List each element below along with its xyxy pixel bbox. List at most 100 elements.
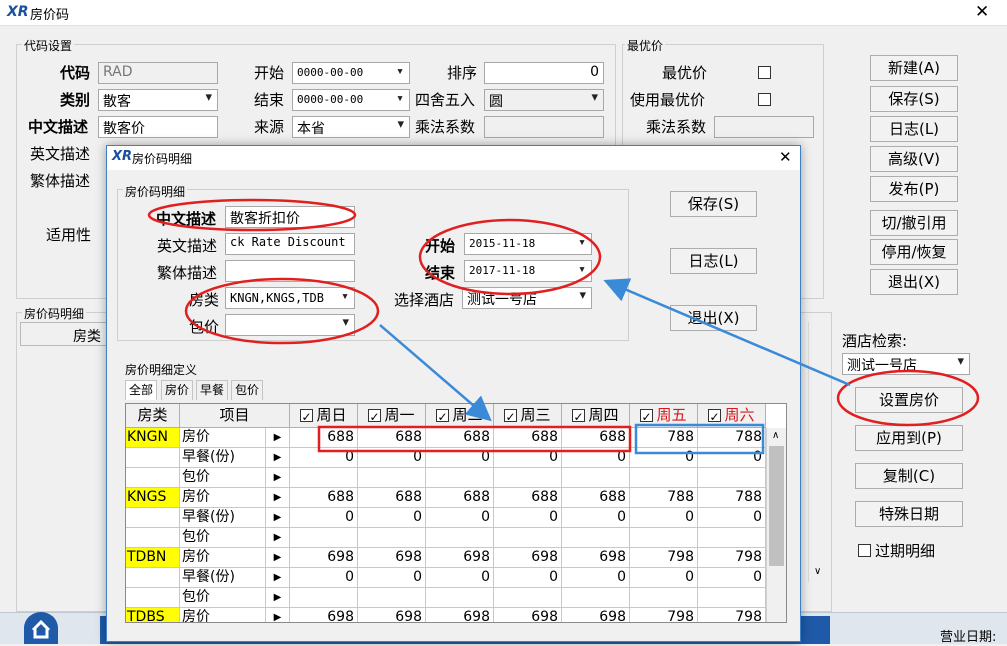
grid-price-cell[interactable]: 698 [426,608,494,622]
dialog-roomtype-select[interactable]: KNGN,KNGS,TDB [225,287,355,309]
save-button[interactable]: 保存(S) [870,86,958,112]
grid-header-day-1[interactable]: 周一 [358,404,426,429]
grid-price-cell[interactable] [698,588,766,608]
grid-price-cell[interactable] [630,528,698,548]
grid-price-cell[interactable]: 688 [290,488,358,508]
grid-price-cell[interactable] [290,588,358,608]
best-price-checkbox[interactable] [758,66,771,79]
grid-price-cell[interactable] [494,528,562,548]
start-date-select[interactable]: 0000-00-00 [292,62,410,84]
grid-price-cell[interactable]: 688 [426,428,494,448]
grid-header-day-3[interactable]: 周三 [494,404,562,429]
grid-scroll-thumb[interactable] [769,446,784,566]
grid-price-cell[interactable] [698,468,766,488]
grid-price-cell[interactable] [562,468,630,488]
grid-price-cell[interactable]: 0 [562,508,630,528]
grid-price-cell[interactable]: 798 [630,608,698,622]
grid-price-cell[interactable]: 698 [358,608,426,622]
grid-price-cell[interactable]: 798 [630,548,698,568]
scroll-down-icon[interactable]: ∨ [814,566,821,577]
day-checkbox-icon[interactable] [504,406,518,429]
grid-price-cell[interactable]: 688 [290,428,358,448]
dialog-start-date-select[interactable]: 2015-11-18 [464,233,592,255]
day-checkbox-icon[interactable] [708,406,722,429]
grid-header-day-6[interactable]: 周六 [698,404,766,429]
day-checkbox-icon[interactable] [572,406,586,429]
grid-price-cell[interactable]: 0 [358,508,426,528]
grid-price-cell[interactable]: 688 [358,428,426,448]
grid-price-cell[interactable]: 0 [494,508,562,528]
dialog-exit-button[interactable]: 退出(X) [670,305,757,331]
publish-button[interactable]: 发布(P) [870,176,958,202]
grid-price-cell[interactable]: 0 [426,448,494,468]
grid-price-cell[interactable] [562,588,630,608]
grid-price-cell[interactable]: 0 [290,448,358,468]
dialog-cn-desc-input[interactable]: 散客折扣价 [225,206,355,228]
day-checkbox-icon[interactable] [436,406,450,429]
grid-price-cell[interactable]: 0 [290,508,358,528]
grid-price-cell[interactable] [494,588,562,608]
copy-button[interactable]: 复制(C) [855,463,963,489]
main-scroll-rail[interactable] [808,322,830,582]
hotel-search-select[interactable]: 测试一号店 [842,353,970,375]
grid-price-cell[interactable]: 688 [426,488,494,508]
grid-price-cell[interactable]: 0 [426,568,494,588]
grid-price-cell[interactable]: 698 [358,548,426,568]
row-expand-arrow-icon[interactable]: ▶ [266,508,290,528]
row-expand-arrow-icon[interactable]: ▶ [266,488,290,508]
grid-price-cell[interactable] [426,588,494,608]
row-expand-arrow-icon[interactable]: ▶ [266,548,290,568]
grid-price-cell[interactable]: 698 [494,608,562,622]
grid-price-cell[interactable] [358,588,426,608]
grid-price-cell[interactable]: 788 [698,488,766,508]
grid-price-cell[interactable]: 0 [698,508,766,528]
dialog-close-icon[interactable]: ✕ [779,148,792,166]
grid-price-cell[interactable]: 788 [630,488,698,508]
grid-price-cell[interactable]: 798 [698,548,766,568]
row-expand-arrow-icon[interactable]: ▶ [266,528,290,548]
type-select[interactable]: 散客 [98,89,218,111]
grid-price-cell[interactable] [290,468,358,488]
dialog-tw-desc-input[interactable] [225,260,355,282]
grid-scroll-up-icon[interactable]: ∧ [772,430,779,441]
dialog-log-button[interactable]: 日志(L) [670,248,757,274]
special-date-button[interactable]: 特殊日期 [855,501,963,527]
grid-price-cell[interactable]: 0 [562,568,630,588]
disable-restore-button[interactable]: 停用/恢复 [870,239,958,265]
expired-checkbox[interactable] [858,544,871,557]
source-select[interactable]: 本省 [292,116,410,138]
grid-price-cell[interactable] [562,528,630,548]
grid-price-cell[interactable]: 0 [562,448,630,468]
grid-price-cell[interactable]: 788 [630,428,698,448]
grid-price-cell[interactable]: 0 [630,448,698,468]
toggle-reference-button[interactable]: 切/撤引用 [870,210,958,236]
grid-price-cell[interactable] [358,528,426,548]
tab-all[interactable]: 全部 [125,380,158,400]
grid-price-cell[interactable] [698,528,766,548]
grid-price-cell[interactable]: 798 [698,608,766,622]
day-checkbox-icon[interactable] [640,406,654,429]
grid-price-cell[interactable] [358,468,426,488]
cn-desc-input[interactable]: 散客价 [98,116,218,138]
row-expand-arrow-icon[interactable]: ▶ [266,428,290,448]
grid-price-cell[interactable]: 698 [494,548,562,568]
dialog-save-button[interactable]: 保存(S) [670,191,757,217]
grid-price-cell[interactable] [426,528,494,548]
tab-package[interactable]: 包价 [231,380,264,400]
grid-price-cell[interactable]: 0 [290,568,358,588]
grid-price-cell[interactable] [630,468,698,488]
day-checkbox-icon[interactable] [300,406,314,429]
grid-price-cell[interactable] [290,528,358,548]
set-price-button[interactable]: 设置房价 [855,387,963,413]
grid-price-cell[interactable]: 0 [698,568,766,588]
grid-price-cell[interactable]: 688 [494,428,562,448]
new-button[interactable]: 新建(A) [870,55,958,81]
row-expand-arrow-icon[interactable]: ▶ [266,448,290,468]
home-icon[interactable] [24,612,58,644]
tab-breakfast[interactable]: 早餐 [196,380,229,400]
grid-price-cell[interactable] [426,468,494,488]
close-icon[interactable]: ✕ [975,2,989,22]
grid-price-cell[interactable]: 0 [698,448,766,468]
row-expand-arrow-icon[interactable]: ▶ [266,468,290,488]
grid-header-day-0[interactable]: 周日 [290,404,358,429]
